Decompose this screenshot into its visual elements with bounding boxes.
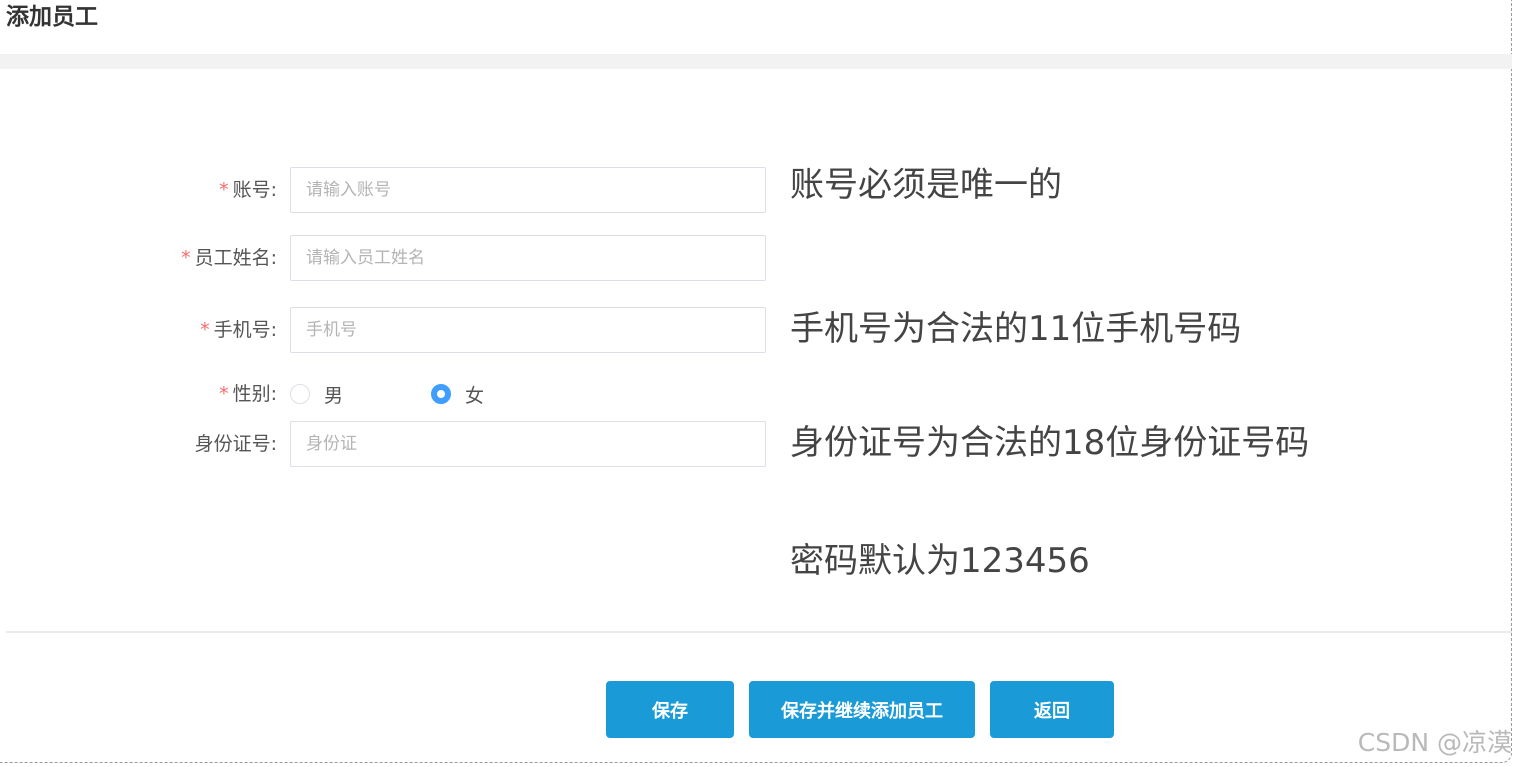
radio-unchecked-icon[interactable]: [290, 384, 310, 404]
account-hint: 账号必须是唯一的: [790, 165, 1062, 205]
watermark: CSDN @凉漠: [1357, 728, 1512, 757]
account-input[interactable]: [290, 167, 766, 213]
account-label-text: 账号:: [232, 179, 277, 201]
account-label: * 账号:: [5, 167, 277, 213]
employee-form: *账号: 账号必须是唯一的 *员工姓名: *手机号: 手机号为合法的11位手机号…: [4, 69, 1510, 631]
gender-label-text: 性别:: [232, 383, 277, 405]
id-card-label: 身份证号:: [194, 433, 277, 455]
gender-option-male[interactable]: 男: [290, 371, 343, 417]
account-row: * 账号:: [4, 167, 294, 213]
required-mark: *: [200, 319, 210, 341]
page-title: 添加员工: [6, 4, 98, 30]
gender-label: * 性别:: [5, 371, 277, 417]
name-row: * 员工姓名:: [4, 235, 294, 281]
employee-name-input[interactable]: [290, 235, 766, 281]
footer-divider: [6, 631, 1512, 633]
phone-label: * 手机号:: [5, 307, 277, 353]
name-label-text: 员工姓名:: [194, 247, 277, 269]
save-button[interactable]: 保存: [606, 681, 734, 738]
required-mark: *: [181, 247, 191, 269]
required-mark: *: [219, 383, 229, 405]
phone-hint: 手机号为合法的11位手机号码: [790, 309, 1242, 349]
name-label: * 员工姓名:: [5, 235, 277, 281]
phone-label-text: 手机号:: [213, 319, 277, 341]
id-card-row: 身份证号:: [4, 421, 294, 467]
required-mark: *: [219, 179, 229, 201]
password-hint: 密码默认为123456: [790, 541, 1090, 581]
gender-row: * 性别:: [4, 371, 294, 417]
header-separator-bar: [0, 54, 1512, 69]
save-and-continue-button[interactable]: 保存并继续添加员工: [749, 681, 975, 738]
gender-option-label: 男: [324, 384, 344, 407]
radio-checked-icon[interactable]: [431, 384, 451, 404]
gender-option-label: 女: [465, 384, 485, 407]
id-card-hint: 身份证号为合法的18位身份证号码: [790, 423, 1310, 463]
back-button[interactable]: 返回: [990, 681, 1114, 738]
phone-row: * 手机号:: [4, 307, 294, 353]
gender-option-female[interactable]: 女: [431, 371, 484, 417]
phone-input[interactable]: [290, 307, 766, 353]
id-card-input[interactable]: [290, 421, 766, 467]
